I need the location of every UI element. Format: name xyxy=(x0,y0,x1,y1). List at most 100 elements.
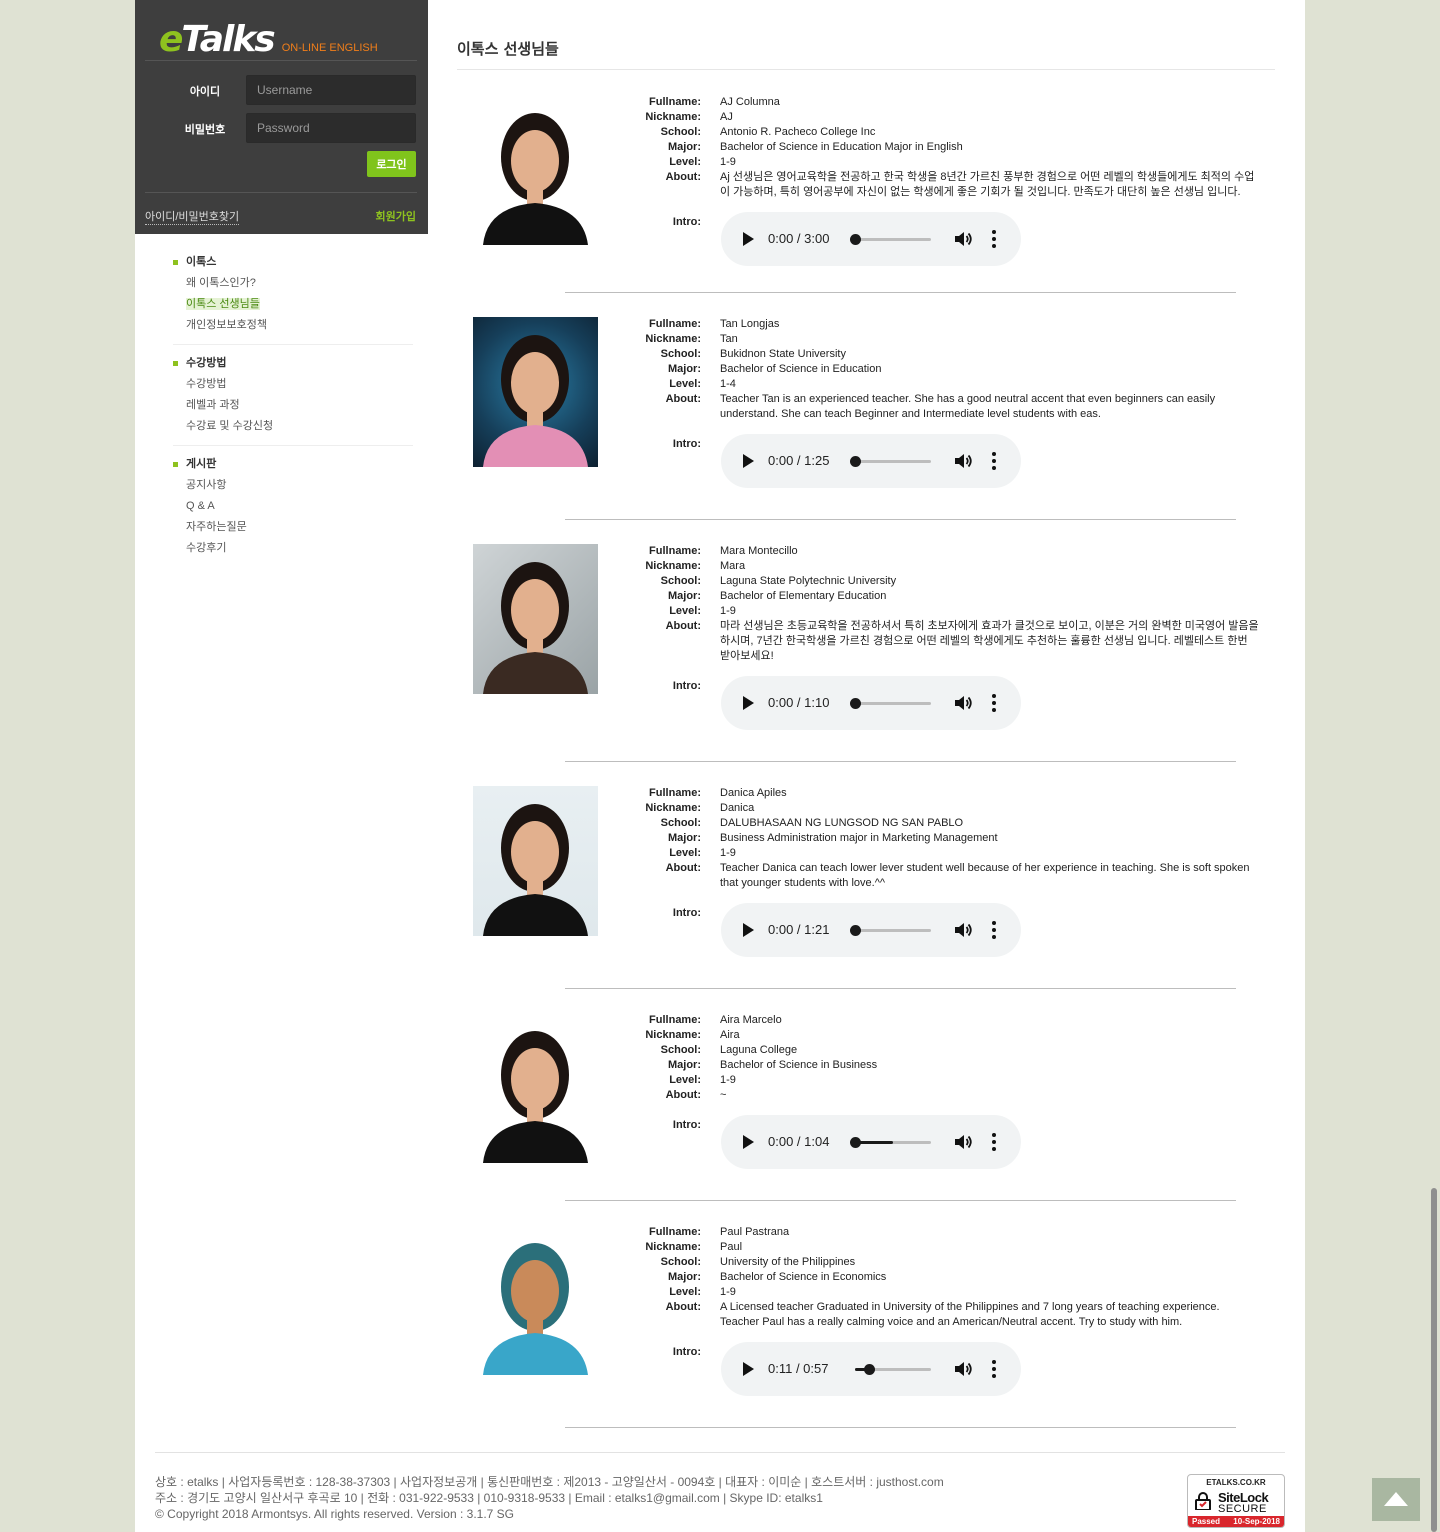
logo-talks: Talks xyxy=(181,19,275,60)
audio-player[interactable]: 0:00 / 1:10 xyxy=(721,676,1021,730)
nickname-label: Nickname: xyxy=(645,111,701,123)
volume-icon[interactable] xyxy=(953,229,973,249)
bullet-icon xyxy=(173,260,178,265)
major-label: Major: xyxy=(668,1271,701,1283)
fullname-label: Fullname: xyxy=(649,318,701,330)
password-input[interactable] xyxy=(246,113,416,143)
teacher-photo xyxy=(473,1225,598,1375)
teacher-info: Fullname: AJ Columna Nickname: AJ School: Ant… xyxy=(613,95,1263,230)
portrait-icon xyxy=(483,1031,588,1163)
info-row-about: About: 마라 선생님은 초등교육학을 전공하셔서 특히 초보자에게 효과가 … xyxy=(613,619,1263,664)
info-row-school: School: University of the Philippines xyxy=(613,1255,1263,1270)
sidebar-menu: 이톡스 왜 이톡스인가? 이톡스 선생님들 개인정보보호정책 수강방법 수강방법… xyxy=(173,254,413,577)
menu-head[interactable]: 이톡스 xyxy=(173,254,413,270)
play-icon[interactable] xyxy=(743,232,754,246)
volume-icon[interactable] xyxy=(953,1359,973,1379)
seek-handle[interactable] xyxy=(864,1364,876,1375)
about-label: About: xyxy=(665,1089,701,1101)
username-label: 아이디 xyxy=(189,86,221,98)
more-options-icon[interactable] xyxy=(992,230,996,248)
audio-player[interactable]: 0:00 / 1:21 xyxy=(721,903,1021,957)
seek-handle[interactable] xyxy=(850,1137,861,1148)
audio-time: 0:00 / 1:21 xyxy=(768,922,830,937)
play-icon[interactable] xyxy=(743,696,754,710)
info-row-about: About: Aj 선생님은 영어교육학을 전공하고 한국 학생을 8년간 가르친… xyxy=(613,170,1263,200)
volume-icon[interactable] xyxy=(953,1132,973,1152)
audio-player[interactable]: 0:00 / 3:00 xyxy=(721,212,1021,266)
more-options-icon[interactable] xyxy=(992,694,996,712)
play-icon[interactable] xyxy=(743,1135,754,1149)
fullname-label: Fullname: xyxy=(649,96,701,108)
sitelock-badge[interactable]: ETALKS.CO.KR SiteLock SECURE Passed 10-S… xyxy=(1187,1474,1285,1528)
info-row-school: School: Bukidnon State University xyxy=(613,347,1263,362)
seek-slider[interactable] xyxy=(850,456,931,467)
major-value: Bachelor of Science in Economics xyxy=(720,1271,887,1283)
fullname-value: Danica Apiles xyxy=(720,787,787,799)
join-link[interactable]: 회원가입 xyxy=(376,208,416,224)
sidebar-item-qna[interactable]: Q & A xyxy=(173,496,413,517)
level-label: Level: xyxy=(669,847,701,859)
sidebar-item-why[interactable]: 왜 이톡스인가? xyxy=(173,273,413,294)
menu-head[interactable]: 게시판 xyxy=(173,456,413,472)
play-icon[interactable] xyxy=(743,454,754,468)
teacher-separator xyxy=(565,988,1236,989)
scroll-to-top-button[interactable] xyxy=(1372,1478,1420,1521)
volume-icon[interactable] xyxy=(953,451,973,471)
play-icon[interactable] xyxy=(743,1362,754,1376)
sidebar-item-fees[interactable]: 수강료 및 수강신청 xyxy=(173,416,413,437)
info-row-major: Major: Bachelor of Science in Education M… xyxy=(613,140,1263,155)
seek-slider[interactable] xyxy=(850,925,931,936)
etalks-logo[interactable]: e Talks ON-LINE ENGLISH xyxy=(159,18,378,58)
about-value: Teacher Danica can teach lower lever stu… xyxy=(720,862,1250,889)
teacher-info: Fullname: Tan Longjas Nickname: Tan School: B… xyxy=(613,317,1263,452)
major-label: Major: xyxy=(668,832,701,844)
about-label: About: xyxy=(665,171,701,183)
sidebar-item-teachers[interactable]: 이톡스 선생님들 xyxy=(173,294,413,315)
seek-slider[interactable] xyxy=(850,1137,931,1148)
seek-handle[interactable] xyxy=(850,698,861,709)
username-input[interactable] xyxy=(246,75,416,105)
arrow-up-icon xyxy=(1384,1492,1408,1506)
seek-slider[interactable] xyxy=(850,698,931,709)
volume-icon[interactable] xyxy=(953,693,973,713)
audio-player[interactable]: 0:00 / 1:25 xyxy=(721,434,1021,488)
sidebar-item-levels[interactable]: 레벨과 과정 xyxy=(173,395,413,416)
seek-slider[interactable] xyxy=(850,234,931,245)
seek-handle[interactable] xyxy=(850,456,861,467)
teacher-photo xyxy=(473,544,598,694)
login-button[interactable]: 로그인 xyxy=(367,151,416,177)
more-options-icon[interactable] xyxy=(992,1360,996,1378)
about-value: ~ xyxy=(720,1089,727,1101)
find-account-link[interactable]: 아이디/비밀번호찾기 xyxy=(145,208,240,225)
volume-icon[interactable] xyxy=(953,920,973,940)
intro-label: Intro: xyxy=(672,216,701,228)
seek-handle[interactable] xyxy=(850,234,861,245)
more-options-icon[interactable] xyxy=(992,452,996,470)
nickname-value: AJ xyxy=(720,111,733,123)
sidebar-item-faq[interactable]: 자주하는질문 xyxy=(173,517,413,538)
info-row-fullname: Fullname: Paul Pastrana xyxy=(613,1225,1263,1240)
menu-item-label: 자주하는질문 xyxy=(186,521,247,533)
audio-player[interactable]: 0:00 / 1:04 xyxy=(721,1115,1021,1169)
seek-slider[interactable] xyxy=(855,1364,931,1375)
info-row-fullname: Fullname: Aira Marcelo xyxy=(613,1013,1263,1028)
menu-group-howto: 수강방법 수강방법 레벨과 과정 수강료 및 수강신청 xyxy=(173,355,413,446)
level-label: Level: xyxy=(669,1286,701,1298)
audio-player[interactable]: 0:11 / 0:57 xyxy=(721,1342,1021,1396)
level-value: 1-9 xyxy=(720,1286,736,1298)
menu-head-label: 게시판 xyxy=(186,458,217,470)
sidebar-item-howto[interactable]: 수강방법 xyxy=(173,374,413,395)
sidebar-item-notice[interactable]: 공지사항 xyxy=(173,475,413,496)
more-options-icon[interactable] xyxy=(992,921,996,939)
menu-head[interactable]: 수강방법 xyxy=(173,355,413,371)
school-label: School: xyxy=(660,126,701,138)
scrollbar-thumb[interactable] xyxy=(1431,1188,1437,1532)
more-options-icon[interactable] xyxy=(992,1133,996,1151)
divider xyxy=(145,192,417,193)
seek-handle[interactable] xyxy=(850,925,861,936)
teacher-separator xyxy=(565,292,1236,293)
sidebar-item-reviews[interactable]: 수강후기 xyxy=(173,538,413,559)
play-icon[interactable] xyxy=(743,923,754,937)
sidebar-item-privacy[interactable]: 개인정보보호정책 xyxy=(173,315,413,336)
fullname-label: Fullname: xyxy=(649,787,701,799)
